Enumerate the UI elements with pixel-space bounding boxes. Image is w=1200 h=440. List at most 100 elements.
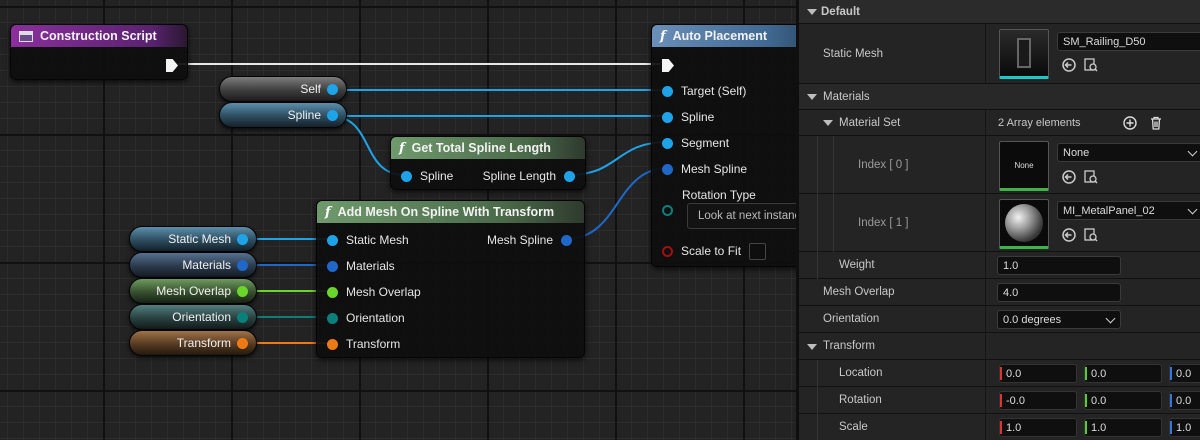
collapse-caret-icon[interactable] <box>823 120 833 126</box>
construction-exec-out-pin[interactable] <box>166 59 178 72</box>
column-divider[interactable] <box>985 414 986 440</box>
scale-y-input[interactable]: 1.0 <box>1084 418 1162 437</box>
add-mesh-on-spline-node[interactable]: f Add Mesh On Spline With Transform Stat… <box>316 200 585 358</box>
scale-x-input[interactable]: 1.0 <box>999 418 1077 437</box>
orientation-in-pin[interactable] <box>327 312 338 324</box>
get-length-out[interactable]: Spline Length <box>483 167 575 185</box>
static-mesh-out-pin[interactable] <box>237 233 248 245</box>
column-divider[interactable] <box>985 360 986 386</box>
scale-z-input[interactable]: 1.0 <box>1169 418 1200 437</box>
static-mesh-variable-node[interactable]: Static Mesh <box>129 226 257 252</box>
add-mesh-pin-static-mesh[interactable]: Static Mesh <box>327 231 409 249</box>
auto-placement-exec-in-pin[interactable] <box>662 59 674 72</box>
self-out-pin[interactable] <box>327 83 338 95</box>
browse-asset-icon[interactable] <box>1084 170 1098 184</box>
target-in-pin[interactable] <box>662 85 673 97</box>
spline-out-pin[interactable] <box>327 109 338 121</box>
rotation-type-in-pin[interactable] <box>662 205 673 216</box>
trash-icon[interactable] <box>1149 116 1163 130</box>
add-mesh-pin-mesh-overlap[interactable]: Mesh Overlap <box>327 283 421 301</box>
column-divider[interactable] <box>985 306 986 332</box>
orientation-variable-node[interactable]: Orientation <box>129 304 257 330</box>
rotation-type-dropdown[interactable]: Look at next instance <box>687 203 796 229</box>
section-transform[interactable]: Transform <box>799 333 1200 360</box>
use-selected-arrow-icon[interactable] <box>1062 58 1076 72</box>
get-length-header: f Get Total Spline Length <box>391 137 585 159</box>
scale-to-fit-checkbox[interactable] <box>749 242 767 260</box>
auto-pin-segment[interactable]: Segment <box>662 134 729 152</box>
collapse-caret-icon[interactable] <box>807 9 817 15</box>
static-mesh-thumbnail[interactable] <box>999 29 1049 79</box>
add-element-icon[interactable] <box>1123 116 1137 130</box>
location-z-input[interactable]: 0.0 <box>1169 364 1200 383</box>
materials-in-pin[interactable] <box>327 260 338 272</box>
get-length-spline-in[interactable]: Spline <box>401 167 453 185</box>
metal-sphere-preview-icon <box>1005 204 1043 242</box>
rotation-z-input[interactable]: 0.0 <box>1169 391 1200 410</box>
spline-in-pin[interactable] <box>662 111 673 123</box>
auto-placement-node[interactable]: f Auto Placement Target (Self) Spline Se… <box>651 24 796 267</box>
static-mesh-in-pin[interactable] <box>327 234 338 246</box>
orientation-out-pin[interactable] <box>237 311 248 323</box>
auto-pin-spline[interactable]: Spline <box>662 108 714 126</box>
materials-out-pin[interactable] <box>237 259 248 271</box>
mesh-overlap-input[interactable]: 4.0 <box>997 283 1121 302</box>
material-1-asset-field[interactable]: MI_MetalPanel_02 <box>1057 201 1200 220</box>
location-x-input[interactable]: 0.0 <box>999 364 1077 383</box>
column-divider[interactable] <box>985 333 986 359</box>
construction-script-node[interactable]: Construction Script <box>10 24 188 80</box>
mesh-overlap-in-pin[interactable] <box>327 286 338 298</box>
column-divider[interactable] <box>985 252 986 278</box>
column-divider[interactable] <box>985 279 986 305</box>
collapse-caret-icon[interactable] <box>807 94 817 100</box>
spline-in-pin[interactable] <box>401 170 412 182</box>
browse-asset-icon[interactable] <box>1084 228 1098 242</box>
blueprint-graph[interactable]: Construction Script Self Spline f Get To… <box>0 0 796 440</box>
column-divider[interactable] <box>985 387 986 413</box>
section-materials[interactable]: Materials <box>799 84 1200 110</box>
material-0-asset-field[interactable]: None <box>1057 143 1200 162</box>
rotation-x-input[interactable]: -0.0 <box>999 391 1077 410</box>
rotation-y-input[interactable]: 0.0 <box>1084 391 1162 410</box>
materials-variable-node[interactable]: Materials <box>129 252 257 278</box>
auto-pin-target[interactable]: Target (Self) <box>662 82 746 100</box>
weight-input[interactable]: 1.0 <box>997 256 1121 275</box>
add-mesh-pin-materials[interactable]: Materials <box>327 257 395 275</box>
location-y-input[interactable]: 0.0 <box>1084 364 1162 383</box>
mesh-spline-out-pin[interactable] <box>561 234 572 246</box>
add-mesh-pin-transform[interactable]: Transform <box>327 335 400 353</box>
function-icon: f <box>660 28 666 44</box>
spline-length-out-pin[interactable] <box>564 170 575 182</box>
self-variable-node[interactable]: Self <box>219 76 347 102</box>
transform-out-pin[interactable] <box>237 337 248 349</box>
column-divider[interactable] <box>985 136 986 193</box>
column-divider[interactable] <box>985 24 986 83</box>
row-material-set[interactable]: Material Set 2 Array elements <box>799 110 1200 136</box>
section-default[interactable]: Default <box>799 0 1200 24</box>
segment-in-pin[interactable] <box>662 137 673 149</box>
auto-rotation-type-label-row: Rotation Type <box>682 186 756 204</box>
use-selected-arrow-icon[interactable] <box>1062 170 1076 184</box>
auto-pin-mesh-spline[interactable]: Mesh Spline <box>662 160 747 178</box>
orientation-dropdown[interactable]: 0.0 degrees <box>997 310 1121 329</box>
scale-to-fit-in-pin[interactable] <box>662 245 673 257</box>
add-mesh-pin-mesh-spline-out[interactable]: Mesh Spline <box>487 231 572 249</box>
material-1-thumbnail[interactable] <box>999 199 1049 249</box>
material-0-thumbnail[interactable]: None <box>999 141 1049 191</box>
static-mesh-asset-field[interactable]: SM_Railing_D50 <box>1057 32 1200 51</box>
spline-variable-node[interactable]: Spline <box>219 102 347 128</box>
transform-in-pin[interactable] <box>327 338 338 350</box>
details-panel[interactable]: Default Static Mesh SM_Railing_D50 Mater… <box>796 0 1200 440</box>
collapse-caret-icon[interactable] <box>807 344 817 350</box>
get-total-spline-length-node[interactable]: f Get Total Spline Length Spline Spline … <box>390 136 586 190</box>
mesh-overlap-variable-node[interactable]: Mesh Overlap <box>129 278 257 304</box>
use-selected-arrow-icon[interactable] <box>1062 228 1076 242</box>
add-mesh-pin-orientation[interactable]: Orientation <box>327 309 405 327</box>
transform-variable-node[interactable]: Transform <box>129 330 257 356</box>
mesh-spline-in-pin[interactable] <box>662 163 673 175</box>
browse-asset-icon[interactable] <box>1084 58 1098 72</box>
auto-pin-scale-to-fit[interactable]: Scale to Fit <box>662 242 767 260</box>
mesh-overlap-out-pin[interactable] <box>237 285 248 297</box>
column-divider[interactable] <box>985 194 986 251</box>
column-divider[interactable] <box>985 110 986 135</box>
